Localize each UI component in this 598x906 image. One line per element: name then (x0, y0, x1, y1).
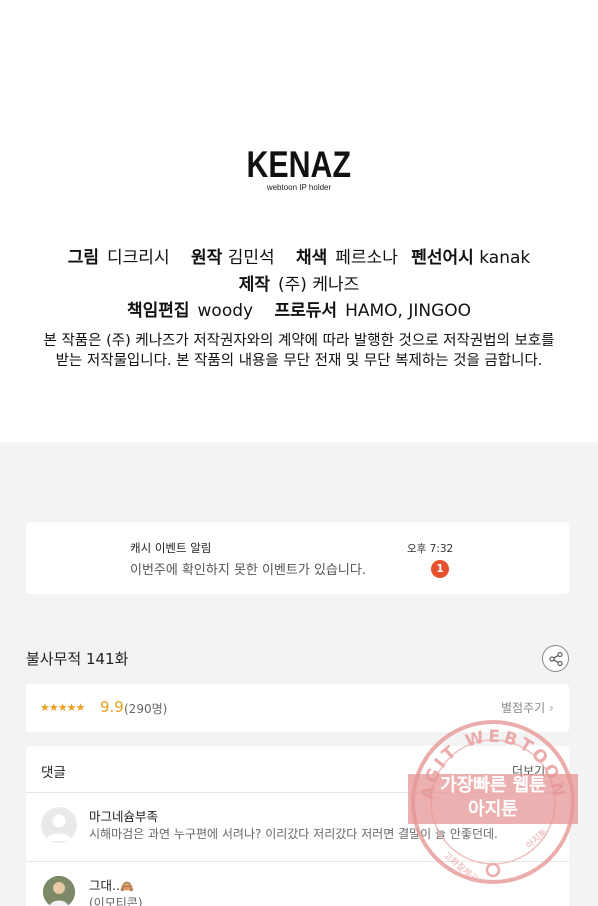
comment-author: 마그네슘부족 (89, 809, 159, 824)
rate-button[interactable]: 별점주기 › (501, 699, 554, 716)
rating-count: (290명) (124, 702, 168, 716)
share-icon (549, 651, 563, 667)
copyright-line-2: 받는 저작물입니다. 본 작품의 내용을 무단 전재 및 무단 복제하는 것을 … (55, 353, 543, 369)
credit-line-2: 제작 (주) 케나즈 (0, 270, 598, 295)
user-photo-icon (43, 876, 75, 906)
share-button[interactable] (542, 645, 569, 672)
publisher-logo: KENAZ webtoon IP holder (0, 144, 598, 193)
color-value: 페르소나 (335, 248, 398, 268)
art-value: 디크리시 (107, 248, 170, 268)
rate-button-label: 별점주기 (501, 701, 546, 715)
rating-stars: ★★★★★ (40, 701, 85, 714)
credits-section: KENAZ webtoon IP holder 그림 디크리시 원작 김민석 채색… (0, 0, 598, 442)
notification-time: 오후 7:32 (407, 543, 454, 555)
production-label: 제작 (238, 275, 271, 295)
credit-line-1: 그림 디크리시 원작 김민석 채색 페르소나 펜선어시 kanak (0, 243, 598, 268)
art-label: 그림 (67, 248, 100, 268)
original-label: 원작 (191, 248, 223, 268)
copyright-notice: 본 작품은 (주) 케나즈가 저작권자와의 계약에 따라 발행한 것으로 저작권… (0, 331, 598, 371)
watermark-bottom-right: 아지툰 (524, 827, 550, 851)
producer-value: HAMO, JINGOO (345, 301, 472, 321)
comments-header: 댓글 (41, 765, 66, 781)
editor-value: woody (197, 301, 254, 321)
notification-count-badge: 1 (431, 560, 449, 578)
logo-wordmark: KENAZ (246, 144, 352, 185)
pencil-label: 펜선어시 (411, 248, 474, 268)
comment-text: (이모티콘) (89, 896, 143, 906)
watermark-line-1: 가장빠른 웹툰 (440, 775, 546, 796)
default-user-icon (46, 814, 72, 841)
pencil-value: kanak (479, 248, 531, 268)
avatar[interactable] (43, 876, 75, 906)
notification-message: 이번주에 확인하지 못한 이벤트가 있습니다. (130, 563, 366, 578)
original-value: 김민석 (227, 248, 275, 268)
monkey-emoji-icon: 🙈 (119, 880, 134, 893)
editor-label: 책임편집 (126, 301, 190, 321)
credit-line-3: 책임편집 woody 프로듀서 HAMO, JINGOO (0, 296, 598, 321)
chevron-right-icon: › (549, 701, 554, 715)
google-logo-icon (485, 862, 501, 878)
notification-title: 캐시 이벤트 알림 (130, 541, 212, 555)
producer-label: 프로듀서 (274, 301, 338, 321)
color-label: 채색 (296, 248, 328, 268)
episode-title: 불사무적 141화 (26, 650, 129, 668)
cash-event-notification[interactable]: 캐시 이벤트 알림 오후 7:32 이번주에 확인하지 못한 이벤트가 있습니다… (26, 522, 569, 594)
comment-author-name: 그대.. (89, 878, 120, 893)
rating-score: 9.9 (100, 698, 124, 716)
copyright-line-1: 본 작품은 (주) 케나즈가 저작권자와의 계약에 따라 발행한 것으로 저작권… (43, 333, 555, 349)
avatar[interactable] (41, 807, 77, 843)
watermark-line-2: 아지툰 (468, 799, 518, 820)
watermark-banner: 가장빠른 웹툰 아지툰 (408, 774, 578, 824)
production-value: (주) 케나즈 (278, 275, 360, 295)
comment-author: 그대..🙈 (89, 875, 134, 894)
